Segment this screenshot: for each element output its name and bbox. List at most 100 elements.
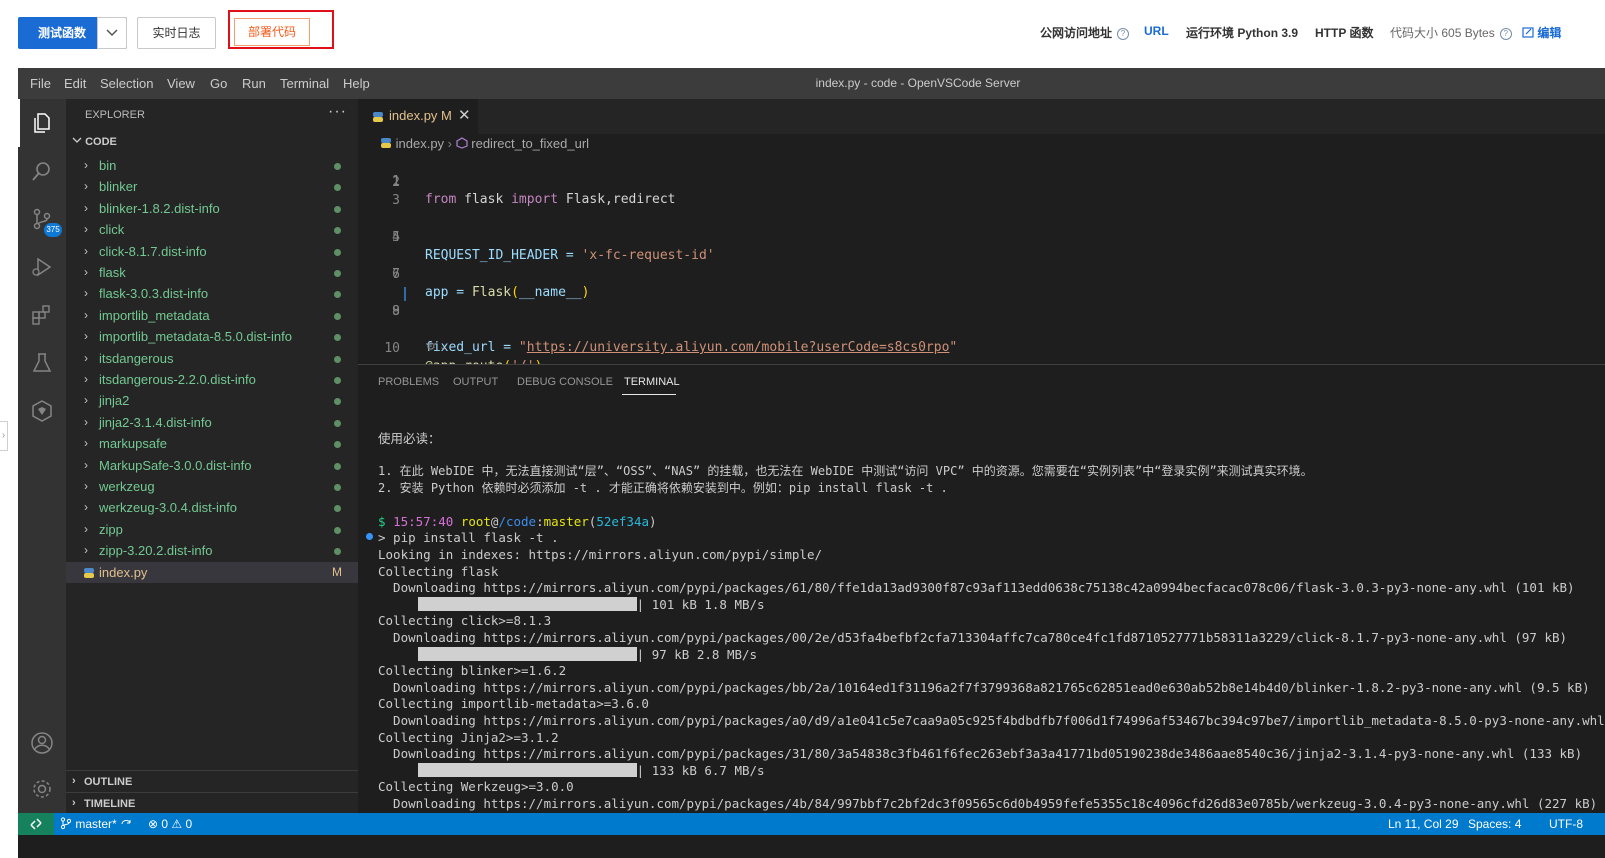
manage-activity[interactable] [18, 765, 66, 813]
chevron-right-icon: › [84, 350, 88, 365]
tree-folder-item[interactable]: › click-8.1.7.dist-info [66, 241, 358, 262]
chevron-right-icon: › [84, 158, 88, 172]
public-url-label: 公网访问地址? [1040, 24, 1130, 41]
breadcrumb: index.py › redirect_to_fixed_url [380, 136, 589, 151]
help-icon[interactable]: ? [1499, 28, 1512, 40]
terminal-line: 1. 在此 WebIDE 中，无法直接测试“层”、“OSS”、“NAS” 的挂载… [378, 464, 1313, 478]
tree-folder-label: importlib_metadata [99, 307, 210, 323]
menu-bar: File Edit Selection View Go Run Terminal… [18, 68, 1605, 99]
code-line[interactable]: 1 from flask import Flask,redirect [358, 155, 675, 207]
activity-bar: 375 [18, 99, 66, 813]
chevron-right-icon: › [84, 243, 88, 258]
problems-indicator[interactable]: ⊗ 0 ⚠ 0 [148, 817, 192, 831]
tree-folder-item[interactable]: › importlib_metadata-8.5.0.dist-info [66, 326, 358, 347]
tree-folder-item[interactable]: › itsdangerous [66, 348, 358, 369]
git-status-dot [334, 462, 341, 470]
tree-folder-item[interactable]: › werkzeug [66, 476, 358, 497]
git-status-dot [334, 291, 341, 299]
tree-folder-item[interactable]: › blinker [66, 176, 358, 197]
side-collapse-handle[interactable]: › [0, 421, 8, 451]
download-progress-bar [417, 646, 637, 661]
extensions-icon [32, 305, 50, 325]
tab-terminal[interactable]: TERMINAL [624, 376, 680, 388]
tree-folder-item[interactable]: › blinker-1.8.2.dist-info [66, 198, 358, 219]
modified-badge: M [332, 565, 342, 579]
code-folder-header[interactable]: CODE [72, 136, 117, 148]
tree-folder-item[interactable]: › flask-3.0.3.dist-info [66, 283, 358, 304]
git-status-dot [334, 312, 341, 320]
tree-folder-item[interactable]: › bin [66, 155, 358, 176]
terminal-line: Collecting click>=8.1.3 [378, 613, 552, 629]
breadcrumb-symbol[interactable]: redirect_to_fixed_url [471, 136, 589, 151]
search-activity[interactable] [18, 147, 66, 195]
tab-output[interactable]: OUTPUT [453, 376, 498, 388]
tree-folder-item[interactable]: › itsdangerous-2.2.0.dist-info [66, 369, 358, 390]
breadcrumb-file[interactable]: index.py [396, 136, 444, 151]
tab-problems[interactable]: PROBLEMS [378, 376, 439, 388]
active-tab-underline [622, 394, 676, 395]
git-status-dot [334, 163, 341, 170]
test-function-label: 测试函数 [37, 26, 86, 40]
encoding-indicator[interactable]: UTF-8 [1549, 817, 1583, 831]
python-file-icon [84, 568, 94, 578]
code-line[interactable]: 11 def redirect_to_fixed_url(): [358, 355, 405, 364]
tree-folder-label: flask [99, 265, 126, 280]
command-decoration-icon[interactable] [366, 533, 373, 540]
code-line[interactable]: 4 REQUEST_ID_HEADER = 'x-fc-request-id' [358, 211, 714, 263]
more-actions-icon[interactable]: ··· [328, 103, 347, 121]
terminal-line: Downloading https://mirrors.aliyun.com/p… [378, 630, 1568, 645]
source-control-activity[interactable]: 375 [18, 195, 66, 243]
tree-file-index-py[interactable]: index.py M [66, 562, 358, 583]
tab-index-py[interactable]: index.py M ✕ [358, 99, 478, 134]
chevron-right-icon: › [447, 136, 453, 151]
tree-folder-item[interactable]: › MarkupSafe-3.0.0.dist-info [66, 455, 358, 476]
progress-line: | 97 kB 2.8 MB/s [378, 646, 757, 663]
tree-folder-item[interactable]: › markupsafe [66, 433, 358, 454]
git-status-dot [334, 484, 341, 491]
tree-folder-item[interactable]: › jinja2 [66, 390, 358, 411]
timeline-section[interactable]: › TIMELINE [66, 792, 358, 815]
cursor-position[interactable]: Ln 11, Col 29 [1388, 817, 1459, 831]
terminal-command: > pip install flask -t . [378, 530, 559, 545]
indentation-indicator[interactable]: Spaces: 4 [1468, 817, 1521, 831]
outline-section[interactable]: › OUTLINE [66, 770, 358, 793]
remote-icon [30, 818, 42, 830]
explorer-activity[interactable] [18, 99, 66, 147]
code-lens-icon[interactable]: ⚙ ⌄ [426, 340, 448, 353]
python-file-icon [373, 112, 383, 122]
tree-folder-item[interactable]: › zipp-3.20.2.dist-info [66, 540, 358, 561]
progress-line: | 133 kB 6.7 MB/s [378, 762, 765, 779]
url-link[interactable]: https://university.aliyun.com/mobile?use… [527, 340, 950, 355]
tree-folder-item[interactable]: › importlib_metadata [66, 305, 358, 326]
deploy-code-button[interactable]: 部署代码 [234, 18, 310, 46]
url-link[interactable]: URL [1144, 24, 1169, 38]
git-status-dot [334, 205, 341, 213]
download-progress-bar [417, 762, 637, 777]
modified-gutter-marker [404, 287, 406, 301]
tree-folder-item[interactable]: › werkzeug-3.0.4.dist-info [66, 497, 358, 518]
function-compute-activity[interactable] [18, 387, 66, 435]
tree-folder-item[interactable]: › click [66, 219, 358, 240]
code-line[interactable]: 10 @app.route('/') [358, 322, 542, 374]
help-icon[interactable]: ? [1117, 28, 1130, 40]
tree-folder-item[interactable]: › zipp [66, 519, 358, 540]
testing-activity[interactable] [18, 339, 66, 387]
extensions-activity[interactable] [18, 291, 66, 339]
remote-indicator[interactable] [18, 813, 54, 835]
tree-folder-item[interactable]: › jinja2-3.1.4.dist-info [66, 412, 358, 433]
realtime-log-button[interactable]: 实时日志 [137, 17, 216, 49]
branch-indicator[interactable]: master* [60, 817, 132, 831]
tab-debug-console[interactable]: DEBUG CONSOLE [517, 376, 613, 388]
code-line[interactable]: 8 fixed_url = "https://university.aliyun… [358, 285, 957, 355]
edit-link[interactable]: 编辑 [1522, 24, 1561, 41]
close-icon[interactable]: ✕ [458, 106, 471, 124]
test-options-dropdown[interactable] [97, 17, 127, 49]
chevron-right-icon: › [84, 414, 88, 429]
accounts-activity[interactable] [18, 719, 66, 767]
terminal-line: 2. 安装 Python 依赖时必须添加 -t . 才能正确将依赖安装到中。例如… [378, 481, 948, 495]
git-status-dot [334, 270, 341, 277]
code-line[interactable]: 6 app = Flask(__name__) [358, 248, 589, 300]
tree-folder-item[interactable]: › flask [66, 262, 358, 283]
run-debug-activity[interactable] [18, 243, 66, 291]
outline-label: OUTLINE [84, 776, 133, 788]
